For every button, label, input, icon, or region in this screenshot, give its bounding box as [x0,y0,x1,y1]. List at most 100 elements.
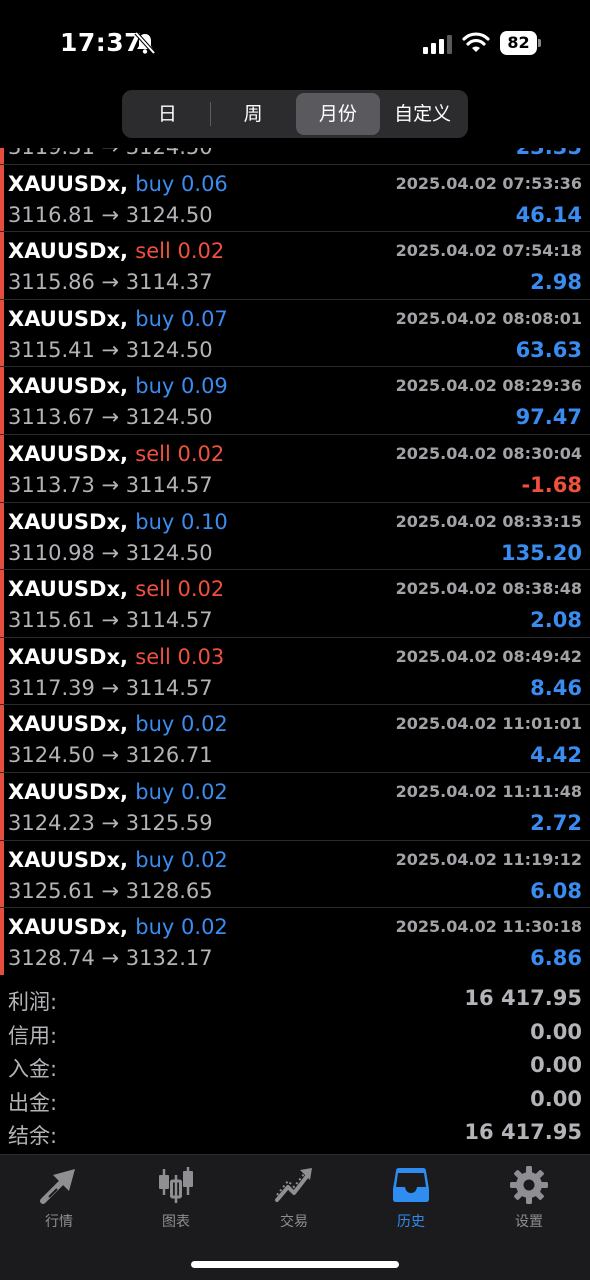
summary-row-profit: 利润: 16 417.95 [0,984,590,1018]
battery-nub [538,39,541,47]
trade-symbol: XAUUSDx, sell 0.02 [8,577,224,601]
trade-datetime: 2025.04.02 08:33:15 [395,511,582,531]
trade-prices: 3117.39 → 3114.57 [8,675,213,700]
trade-profit: 135.20 [500,540,582,565]
summary-value: 16 417.95 [464,1120,582,1144]
trade-row[interactable]: XAUUSDx, buy 0.062025.04.02 07:53:363119… [0,148,590,165]
summary-label: 结余: [8,1124,58,1148]
trade-symbol: XAUUSDx, buy 0.02 [8,712,228,736]
home-indicator [191,1261,399,1268]
trade-datetime: 2025.04.02 11:30:18 [395,917,582,937]
trade-row[interactable]: XAUUSDx, buy 0.10 2025.04.02 08:33:15 3110… [0,502,590,571]
trade-side-volume: sell 0.02 [135,441,225,466]
trade-side-volume: buy 0.02 [135,915,228,940]
tab-label: 行情 [45,1214,73,1230]
summary-row-balance: 结余: 16 417.95 [0,1118,590,1152]
trade-datetime: 2025.04.02 11:11:48 [395,781,582,801]
trade-side-volume: buy 0.07 [135,306,228,331]
trade-row[interactable]: XAUUSDx, buy 0.07 2025.04.02 08:08:01 3115… [0,299,590,368]
tab-trade[interactable]: 交易 [239,1165,349,1235]
trade-symbol-name: XAUUSDx, [8,779,128,804]
trade-datetime: 2025.04.02 08:30:04 [395,443,582,463]
trade-symbol-name: XAUUSDx, [8,712,128,737]
trade-datetime: 2025.04.02 07:53:36 [395,173,582,193]
period-tab-week[interactable]: 周 [211,93,296,135]
trade-prices: 3128.74 → 3132.17 [8,946,213,971]
summary-label: 出金: [8,1090,58,1115]
trade-profit: 6.08 [530,878,582,903]
period-segmented-control: 日 周 月份 自定义 [122,90,468,138]
trade-symbol-name: XAUUSDx, [8,509,128,534]
trade-prices: 3110.98 → 3124.50 [8,540,213,565]
trade-profit: 2.72 [530,810,582,835]
trade-prices: 3115.41 → 3124.50 [8,337,213,362]
trade-row[interactable]: XAUUSDx, sell 0.02 2025.04.02 07:54:18 311… [0,232,590,300]
period-tab-month[interactable]: 月份 [295,93,381,135]
trade-prices: 3119.31 → 3124.50 [8,148,213,159]
trade-side-volume: buy 0.02 [135,847,228,872]
tab-settings[interactable]: 设置 [474,1165,584,1235]
battery-level: 82 [500,31,537,55]
summary-label: 入金: [8,1057,58,1081]
summary-label: 信用: [8,1023,58,1048]
trade-row[interactable]: XAUUSDx, buy 0.02 2025.04.02 11:19:12 3125… [0,840,590,909]
trade-profit: 4.42 [530,743,582,768]
tab-label: 设置 [515,1214,543,1230]
trade-row[interactable]: XAUUSDx, sell 0.03 2025.04.02 08:49:42 311… [0,637,590,706]
summary-label: 利润: [8,990,58,1014]
summary-value: 16 417.95 [464,986,582,1010]
trade-datetime: 2025.04.02 07:54:18 [395,241,582,261]
quotes-arrows-icon [40,1169,75,1204]
trade-row[interactable]: XAUUSDx, sell 0.02 2025.04.02 08:38:48 311… [0,570,590,638]
trade-symbol: XAUUSDx, buy 0.09 [8,374,228,398]
trade-symbol-name: XAUUSDx, [8,644,128,669]
trade-prices: 3115.86 → 3114.37 [8,270,213,295]
trade-datetime: 2025.04.02 08:08:01 [395,308,582,328]
trade-trend-icon [275,1168,312,1202]
trade-symbol: XAUUSDx, sell 0.02 [8,442,224,466]
bell-muted-icon [134,31,156,55]
trade-side-volume: buy 0.10 [135,509,228,534]
trade-profit: 2.08 [530,608,582,633]
trade-datetime: 2025.04.02 08:38:48 [395,579,582,599]
history-inbox-icon [393,1168,429,1202]
tab-quotes[interactable]: 行情 [4,1165,114,1235]
summary-value: 0.00 [530,1019,582,1044]
tab-chart[interactable]: 图表 [121,1165,231,1235]
trade-row[interactable]: XAUUSDx, buy 0.02 2025.04.02 11:11:48 3124… [0,772,590,841]
trade-symbol: XAUUSDx, buy 0.07 [8,307,228,331]
trade-side-volume: buy 0.06 [135,171,228,196]
trade-side-volume: sell 0.02 [135,577,225,602]
period-tab-day[interactable]: 日 [125,93,210,135]
trade-row[interactable]: XAUUSDx, buy 0.09 2025.04.02 08:29:36 3113… [0,367,590,435]
trade-prices: 3116.81 → 3124.50 [8,202,213,227]
trade-row[interactable]: XAUUSDx, buy 0.06 2025.04.02 07:53:36 3116… [0,164,590,233]
trade-row[interactable]: XAUUSDx, buy 0.02 2025.04.02 11:01:01 3124… [0,705,590,773]
trade-history-rows: XAUUSDx, buy 0.06 2025.04.02 07:53:36 3119… [0,148,590,975]
trade-profit: 46.14 [515,202,582,227]
summary-value: 0.00 [530,1086,582,1111]
battery-indicator: 82 [500,31,542,55]
trade-history-list[interactable]: XAUUSDx, buy 0.06 2025.04.02 07:53:36 3119… [0,148,590,975]
summary-row-credit: 信用: 0.00 [0,1018,590,1052]
trade-symbol: XAUUSDx, sell 0.03 [8,645,224,669]
trade-symbol-name: XAUUSDx, [8,915,128,940]
trade-prices: 3113.73 → 3114.57 [8,472,213,497]
trade-symbol-name: XAUUSDx, [8,577,128,602]
tab-history[interactable]: 历史 [356,1165,466,1235]
trade-symbol-name: XAUUSDx, [8,239,128,264]
trade-datetime: 2025.04.02 08:29:36 [395,376,582,396]
summary-row-deposit: 入金: 0.00 [0,1051,590,1085]
period-tab-custom[interactable]: 自定义 [380,93,465,135]
trade-row[interactable]: XAUUSDx, sell 0.02 2025.04.02 08:30:04 311… [0,434,590,503]
trade-profit: 63.63 [515,337,582,362]
trade-side-volume: buy 0.02 [135,712,228,737]
trade-row[interactable]: XAUUSDx, buy 0.02 2025.04.02 11:30:18 3128… [0,908,590,975]
trade-symbol-name: XAUUSDx, [8,306,128,331]
trade-symbol-name: XAUUSDx, [8,171,128,196]
wifi-icon [462,32,490,52]
account-summary: 利润: 16 417.95 信用: 0.00 入金: 0.00 出金: 0.00… [0,984,590,1152]
trade-symbol: XAUUSDx, buy 0.02 [8,848,228,872]
trade-symbol: XAUUSDx, sell 0.02 [8,239,224,263]
status-time: 17:37 [60,28,143,57]
